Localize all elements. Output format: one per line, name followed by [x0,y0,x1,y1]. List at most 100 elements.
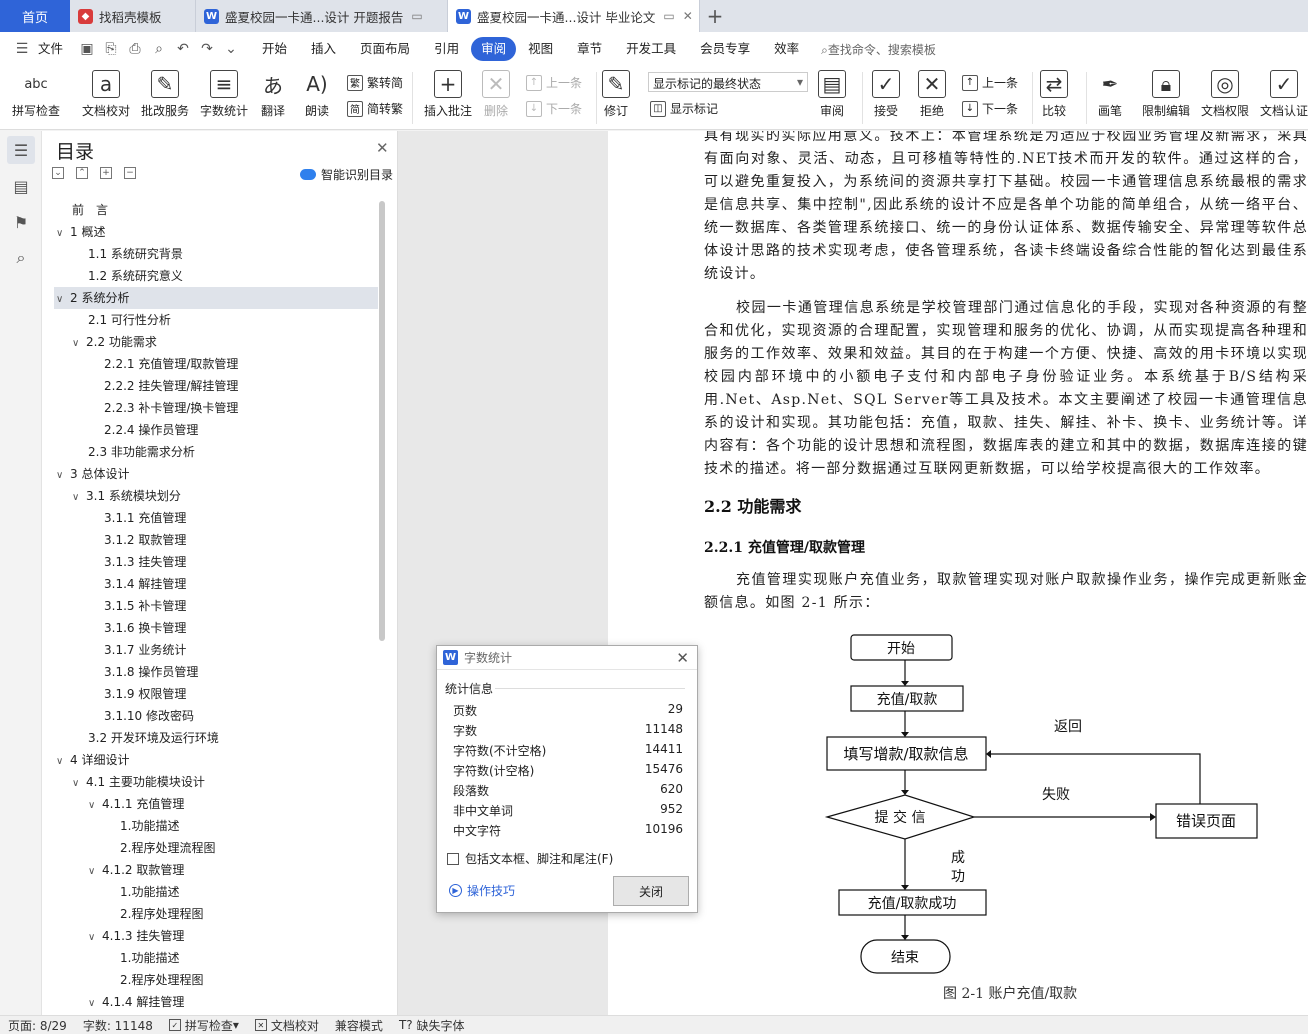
toc-item[interactable]: ∨ 3.1 系统模块划分 [54,485,378,507]
undo-icon[interactable]: ↶ [174,40,192,58]
chevron-down-icon[interactable]: ∨ [88,795,102,817]
smart-toc-button[interactable]: 智能识别目录 [300,166,393,183]
toc-scrollbar[interactable] [379,201,385,641]
tab-proposal[interactable]: W 盛夏校园一卡通...设计 开题报告 ▭ [196,0,448,32]
chevron-down-icon[interactable]: ∨ [56,465,70,487]
checkbox-box[interactable] [447,852,459,865]
accept-button[interactable]: ✓ 接受 [872,70,900,119]
show-markup-button[interactable]: ◫ 显示标记 [650,100,718,117]
insert-comment-button[interactable]: + 插入批注 [424,70,472,119]
simp-to-trad-button[interactable]: 简简转繁 [347,100,403,117]
toc-item[interactable]: 3.1.1 充值管理 [54,507,378,529]
chapter-icon[interactable]: ▤ [7,172,35,200]
menu-references[interactable]: 引用 [422,37,471,61]
menu-section[interactable]: 章节 [565,37,614,61]
doc-rights-button[interactable]: ◎ 文档权限 [1201,70,1249,119]
toc-item[interactable]: 2.3 非功能需求分析 [54,441,378,463]
proof-status[interactable]: ✕ 文档校对 [254,1017,319,1034]
tab-home[interactable]: 首页 [0,0,70,32]
delete-comment-button[interactable]: ✕ 删除 [482,70,510,119]
spell-check-status[interactable]: ✓ 拼写检查 ▾ [168,1017,239,1034]
trad-to-simp-button[interactable]: 繁繁转简 [347,74,403,91]
batch-service-button[interactable]: ✎ 批改服务 [141,70,189,119]
toc-item[interactable]: 1.功能描述 [54,881,378,903]
toc-item[interactable]: 2.2.4 操作员管理 [54,419,378,441]
toc-item[interactable]: 3.1.7 业务统计 [54,639,378,661]
toc-item[interactable]: 3.1.10 修改密码 [54,705,378,727]
toc-item[interactable]: ∨ 4.1.2 取款管理 [54,859,378,881]
chevron-down-icon[interactable]: ∨ [72,773,86,795]
toc-item[interactable]: 2.程序处理程图 [54,903,378,925]
toc-icon[interactable]: ☰ [7,136,35,164]
chevron-down-icon[interactable]: ∨ [88,861,102,883]
restrict-edit-button[interactable]: 🔒︎ 限制编辑 [1142,70,1190,119]
markup-state-select[interactable]: 显示标记的最终状态 [648,72,808,92]
expand-all-icon[interactable]: ⌄ [52,167,64,179]
chevron-down-icon[interactable]: ∨ [88,993,102,1011]
page-indicator[interactable]: 页面: 8/29 [8,1017,67,1034]
toc-item[interactable]: 3.1.9 权限管理 [54,683,378,705]
toc-item[interactable]: 1.1 系统研究背景 [54,243,378,265]
add-level-icon[interactable]: + [100,167,112,179]
prev-change-button[interactable]: ↑ 上一条 [962,74,1018,91]
toc-item[interactable]: ∨ 2.2 功能需求 [54,331,378,353]
menu-start[interactable]: 开始 [250,37,299,61]
toc-item[interactable]: ∨ 4.1.4 解挂管理 [54,991,378,1011]
toc-item[interactable]: 1.功能描述 [54,947,378,969]
toc-item[interactable]: 前 言 [54,199,378,221]
command-search[interactable]: ⌕查找命令、搜索模板 [821,41,936,58]
chevron-down-icon[interactable]: ∨ [88,927,102,949]
chevron-down-icon[interactable]: ⌄ [222,40,240,58]
spell-check-button[interactable]: abc 拼写检查 [12,70,60,119]
toc-item[interactable]: ∨ 4.1.1 充值管理 [54,793,378,815]
export-icon[interactable]: ⎘ [102,40,120,58]
menu-file[interactable]: 文件 [34,37,75,61]
dialog-titlebar[interactable]: W 字数统计 [437,646,697,670]
toc-item[interactable]: 1.功能描述 [54,815,378,837]
word-count-button[interactable]: ≡ 字数统计 [200,70,248,119]
screen-icon[interactable]: ▭ [411,9,422,23]
reject-button[interactable]: ✕ 拒绝 [918,70,946,119]
toc-item[interactable]: ∨ 2 系统分析 [54,287,378,309]
include-textbox-checkbox[interactable]: 包括文本框、脚注和尾注(F) [447,850,613,867]
close-icon[interactable]: ✕ [376,139,389,157]
remove-level-icon[interactable]: − [124,167,136,179]
tab-thesis[interactable]: W 盛夏校园一卡通...设计 毕业论文 ▭ ✕ [448,0,700,32]
document-page[interactable]: 具有现实的实际应用意义。技术上：本管理系统是为适应于校园业务管理及新需求，采具有… [608,131,1308,1015]
bookmark-icon[interactable]: ⚑ [7,208,35,236]
print-icon[interactable]: ⎙ [126,40,144,58]
toc-item[interactable]: ∨ 1 概述 [54,221,378,243]
toc-item[interactable]: 3.1.2 取款管理 [54,529,378,551]
toc-item[interactable]: 1.2 系统研究意义 [54,265,378,287]
chevron-down-icon[interactable]: ∨ [56,751,70,773]
hamburger-icon[interactable]: ☰ [13,40,31,58]
next-change-button[interactable]: ↓ 下一条 [962,100,1018,117]
missing-font-status[interactable]: T? 缺失字体 [399,1017,465,1034]
prev-comment-button[interactable]: ↑ 上一条 [526,74,582,91]
toc-item[interactable]: 2.1 可行性分析 [54,309,378,331]
toc-item[interactable]: ∨ 4.1.3 挂失管理 [54,925,378,947]
toc-item[interactable]: ∨ 4 详细设计 [54,749,378,771]
menu-member[interactable]: 会员专享 [688,37,762,61]
tips-link[interactable]: ▶ 操作技巧 [449,882,515,899]
toc-item[interactable]: ∨ 4.1 主要功能模块设计 [54,771,378,793]
menu-review[interactable]: 审阅 [471,37,517,61]
word-count-indicator[interactable]: 字数: 11148 [83,1017,153,1034]
redo-icon[interactable]: ↷ [198,40,216,58]
close-icon[interactable]: ✕ [683,9,693,23]
preview-icon[interactable]: ⌕ [150,40,168,58]
toc-item[interactable]: ∨ 3 总体设计 [54,463,378,485]
collapse-all-icon[interactable]: ⌃ [76,167,88,179]
close-icon[interactable]: ✕ [676,649,689,667]
review-pane-button[interactable]: ▤ 审阅 [818,70,846,119]
close-button[interactable]: 关闭 [613,876,689,906]
search-icon[interactable]: ⌕ [7,244,35,272]
tab-template[interactable]: ◆ 找稻壳模板 [70,0,196,32]
chevron-down-icon[interactable]: ∨ [56,289,70,311]
menu-developer[interactable]: 开发工具 [614,37,688,61]
compare-button[interactable]: ⇄ 比较 [1040,70,1068,119]
translate-button[interactable]: あ 翻译 [259,70,287,119]
toc-item[interactable]: 3.1.3 挂失管理 [54,551,378,573]
toc-item[interactable]: 2.程序处理流程图 [54,837,378,859]
screen-icon[interactable]: ▭ [663,9,674,23]
